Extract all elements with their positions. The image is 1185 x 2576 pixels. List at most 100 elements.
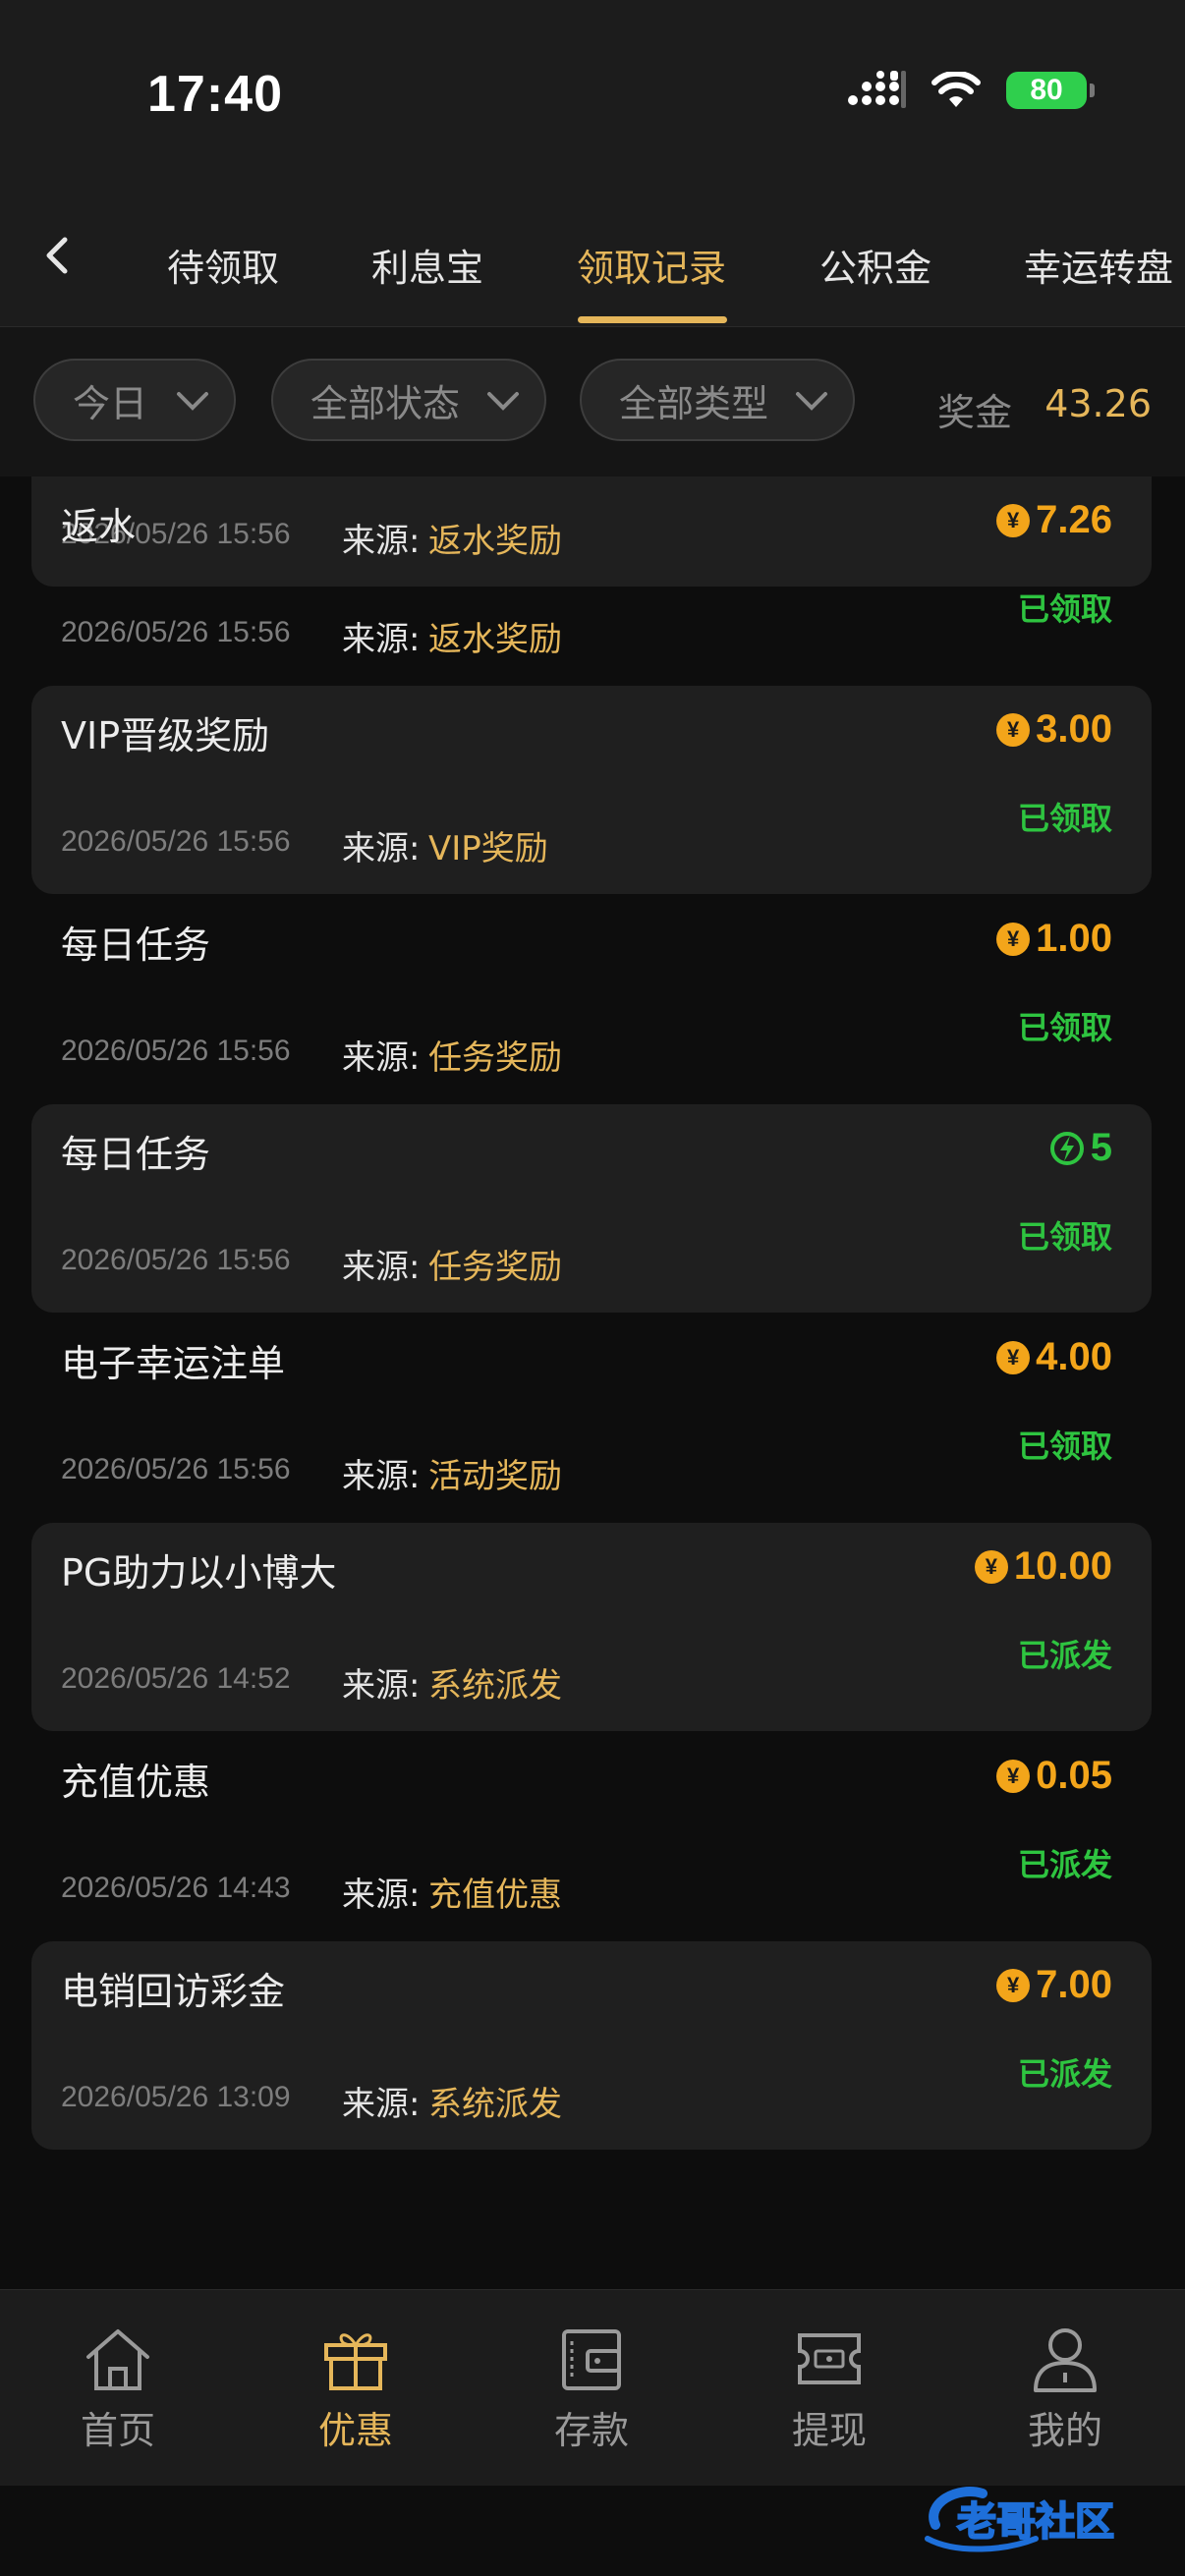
nav-home[interactable]: 首页 [39, 2324, 197, 2454]
nav-profile[interactable]: 我的 [987, 2324, 1144, 2454]
nav-withdraw-label: 提现 [791, 2409, 867, 2452]
status-time: 17:40 [147, 66, 283, 123]
record-date: 2026/05/26 15:56 [61, 1035, 291, 1067]
record-title: 充值优惠 [61, 1761, 211, 1804]
record-card: 返水 ¥7.26 已领取 2026/05/26 15:56 来源: 返水奖励 [31, 476, 1152, 685]
record-date: 2026/05/26 13:09 [61, 2081, 291, 2113]
coin-icon: ¥ [996, 503, 1031, 537]
nav-profile-label: 我的 [1027, 2409, 1102, 2452]
tab-interest[interactable]: 利息宝 [371, 238, 483, 292]
record-status: 已领取 [1017, 1218, 1112, 1256]
coin-icon: ¥ [996, 712, 1031, 747]
tab-bar: 待领取 利息宝 领取记录 公积金 幸运转盘 [0, 187, 1185, 327]
record-amount: ¥4.00 [996, 1335, 1112, 1379]
nav-promotions[interactable]: 优惠 [277, 2324, 434, 2454]
record-source: 系统派发 [428, 1666, 562, 1706]
status-filter[interactable]: 全部状态 [271, 359, 546, 441]
record-amount-value: 0.05 [1036, 1754, 1112, 1797]
tab-provident-fund[interactable]: 公积金 [819, 238, 931, 292]
record-card: 充值优惠 ¥0.05 已派发 2026/05/26 14:43 来源: 充值优惠 [31, 1732, 1152, 1940]
status-bar: 17:40 80 [0, 0, 1185, 187]
record-amount-value: 7.26 [1036, 498, 1112, 541]
record-source-label: 来源: [342, 1038, 421, 1078]
record-amount: ¥10.00 [974, 1544, 1112, 1589]
record-source-label: 来源: [342, 1666, 421, 1706]
bonus-total: 43.26 [1044, 382, 1152, 425]
signal-icon [848, 71, 906, 108]
record-date: 2026/05/26 15:56 [61, 825, 291, 858]
record-amount: 5 [1049, 1126, 1112, 1170]
wallet-icon [562, 2329, 621, 2390]
nav-deposit[interactable]: 存款 [513, 2324, 670, 2454]
record-amount-value: 3.00 [1036, 707, 1112, 751]
record-card: 电子幸运注单 ¥4.00 已领取 2026/05/26 15:56 来源: 活动奖励 [31, 1314, 1152, 1522]
record-date: 2026/05/26 15:56 [61, 1244, 291, 1276]
record-status: 已派发 [1017, 2055, 1112, 2093]
record-title: 每日任务 [61, 924, 211, 967]
coin-icon: ¥ [974, 1549, 1008, 1584]
record-source: 任务奖励 [428, 1248, 562, 1287]
nav-deposit-label: 存款 [553, 2409, 629, 2452]
nav-promotions-label: 优惠 [317, 2409, 393, 2452]
record-card: 每日任务 5 已领取 2026/05/26 15:56 来源: 任务奖励 [31, 1104, 1152, 1313]
date-filter-label: 今日 [73, 381, 148, 425]
record-source: VIP奖励 [428, 829, 548, 868]
date-filter[interactable]: 今日 [33, 359, 236, 441]
record-source: 充值优惠 [428, 1876, 562, 1915]
chevron-left-icon [46, 237, 68, 274]
home-icon [86, 2329, 149, 2390]
record-date: 2026/05/26 14:52 [61, 1662, 291, 1695]
bonus-label: 奖金 [936, 391, 1012, 434]
record-source-label: 来源: [342, 1876, 421, 1915]
profile-icon [1034, 2328, 1097, 2392]
record-title: 电子幸运注单 [61, 1342, 286, 1385]
active-tab-indicator [578, 316, 727, 323]
record-card: 每日任务 ¥1.00 已领取 2026/05/26 15:56 来源: 任务奖励 [31, 895, 1152, 1103]
record-title: 电销回访彩金 [61, 1970, 286, 2013]
record-amount-value: 1.00 [1036, 917, 1112, 960]
coin-icon: ¥ [996, 1340, 1031, 1374]
coin-icon: ¥ [996, 1759, 1031, 1793]
watermark-text: 老哥社区 [957, 2499, 1114, 2545]
withdraw-icon [798, 2333, 861, 2384]
energy-icon [1049, 1131, 1084, 1165]
record-status: 已派发 [1017, 1637, 1112, 1674]
nav-home-label: 首页 [80, 2409, 155, 2452]
watermark-logo: 老哥社区 [925, 2487, 1115, 2552]
record-date: 2026/05/26 14:43 [61, 1872, 291, 1904]
record-status: 已派发 [1017, 1846, 1112, 1883]
chevron-down-icon [796, 392, 827, 411]
coin-icon: ¥ [996, 922, 1031, 956]
record-title: 每日任务 [61, 1133, 211, 1176]
bottom-navigation: 首页 优惠 存款 提现 我的 [0, 2289, 1185, 2487]
record-card: VIP晋级奖励 ¥3.00 已领取 2026/05/26 15:56 来源: VIP奖励 [31, 686, 1152, 894]
nav-withdraw[interactable]: 提现 [751, 2324, 908, 2454]
tab-claim-records[interactable]: 领取记录 [577, 238, 726, 292]
status-icons: 80 [847, 71, 1095, 110]
record-source: 返水奖励 [428, 620, 562, 659]
record-amount: ¥3.00 [996, 707, 1112, 752]
gift-icon [324, 2333, 387, 2390]
record-source: 活动奖励 [428, 1457, 562, 1496]
record-source-label: 来源: [342, 829, 421, 868]
tab-pending[interactable]: 待领取 [167, 238, 279, 292]
record-amount: ¥0.05 [996, 1754, 1112, 1798]
record-amount: ¥1.00 [996, 917, 1112, 961]
battery-indicator: 80 [1006, 72, 1095, 109]
record-status: 已领取 [1017, 1428, 1112, 1465]
record-title: PG助力以小博大 [61, 1551, 337, 1595]
back-button[interactable] [35, 228, 85, 287]
record-date: 2026/05/26 15:56 [61, 1453, 291, 1485]
tab-lucky-wheel[interactable]: 幸运转盘 [1024, 238, 1173, 292]
type-filter-label: 全部类型 [619, 381, 769, 425]
records-list[interactable]: 2026/05/26 15:56 来源: 返水奖励 返水 ¥7.26 已领取 2026… [0, 476, 1185, 2289]
wifi-icon [931, 72, 981, 107]
filter-bar: 今日 全部状态 全部类型 奖金 43.26 [0, 327, 1185, 476]
record-amount-value: 5 [1090, 1126, 1112, 1169]
record-source-label: 来源: [342, 620, 421, 659]
record-source-label: 来源: [342, 1248, 421, 1287]
chevron-down-icon [487, 392, 519, 411]
record-amount: ¥7.00 [996, 1963, 1112, 2007]
type-filter[interactable]: 全部类型 [580, 359, 855, 441]
record-status: 已领取 [1017, 590, 1112, 628]
